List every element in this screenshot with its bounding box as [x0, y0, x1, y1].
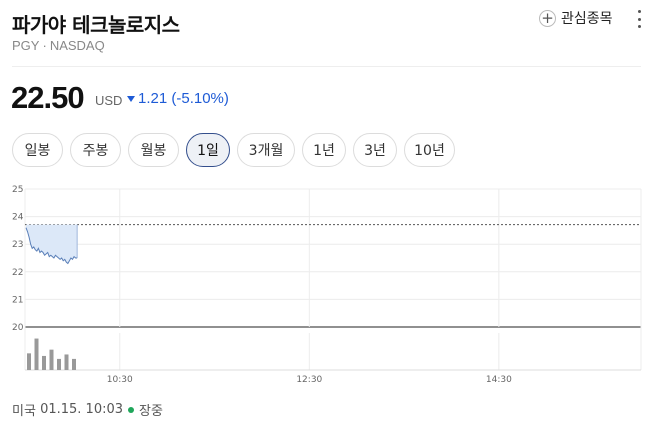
quote-datetime: 01.15. 10:03 [40, 402, 124, 417]
market-state: 장중 [139, 404, 163, 419]
header-divider [12, 66, 641, 67]
y-tick-label: 21 [12, 295, 23, 305]
down-arrow-icon [127, 95, 135, 102]
price-chart[interactable]: 25 24 23 22 21 20 10:30 12:30 14:30 [0, 178, 661, 388]
volume-bar [42, 355, 46, 370]
price-change: 1.21 (-5.10%) [127, 90, 229, 107]
plus-icon: + [539, 9, 556, 27]
x-tick-label: 12:30 [296, 375, 322, 385]
volume-bar [27, 353, 31, 370]
tab-daily[interactable]: 일봉 [12, 133, 63, 167]
volume-bar [57, 358, 61, 370]
tab-weekly[interactable]: 주봉 [70, 133, 121, 167]
y-tick-label: 25 [12, 185, 23, 195]
volume-bar [72, 358, 76, 370]
volume-bar [34, 338, 39, 370]
tab-1year[interactable]: 1년 [302, 133, 346, 167]
market-status: 미국 01.15. 10:03 장중 [12, 400, 163, 419]
tab-3month[interactable]: 3개월 [237, 133, 295, 167]
volume-bar [49, 349, 54, 370]
add-watchlist-button[interactable]: + 관심종목 [539, 8, 613, 28]
price-area-fill [26, 224, 78, 264]
period-tabs: 일봉 주봉 월봉 1일 3개월 1년 3년 10년 [12, 133, 462, 167]
tab-1day[interactable]: 1일 [186, 133, 230, 167]
currency-label: USD [95, 93, 123, 108]
y-tick-label: 23 [12, 240, 23, 250]
stock-name: 파가야 테크놀로지스 [12, 13, 180, 37]
separator-dot: · [42, 38, 47, 53]
x-tick-label: 10:30 [107, 375, 133, 385]
live-indicator-icon [128, 406, 135, 413]
market-region: 미국 [12, 404, 36, 419]
x-tick-label: 14:30 [486, 375, 512, 385]
tab-monthly[interactable]: 월봉 [128, 133, 179, 167]
y-tick-label: 20 [12, 323, 24, 333]
price-change-value: 1.21 (-5.10%) [138, 90, 229, 107]
watchlist-label: 관심종목 [561, 11, 613, 27]
ticker-exchange: PGY · NASDAQ [12, 38, 105, 53]
ticker-symbol: PGY [12, 38, 40, 53]
exchange-name: NASDAQ [49, 38, 105, 53]
y-tick-label: 22 [12, 268, 23, 278]
more-options-icon[interactable] [634, 10, 644, 28]
current-price: 22.50 [11, 80, 85, 115]
tab-10year[interactable]: 10년 [404, 133, 455, 167]
tab-3year[interactable]: 3년 [353, 133, 397, 167]
volume-bar [64, 354, 69, 370]
y-tick-label: 24 [12, 213, 24, 223]
